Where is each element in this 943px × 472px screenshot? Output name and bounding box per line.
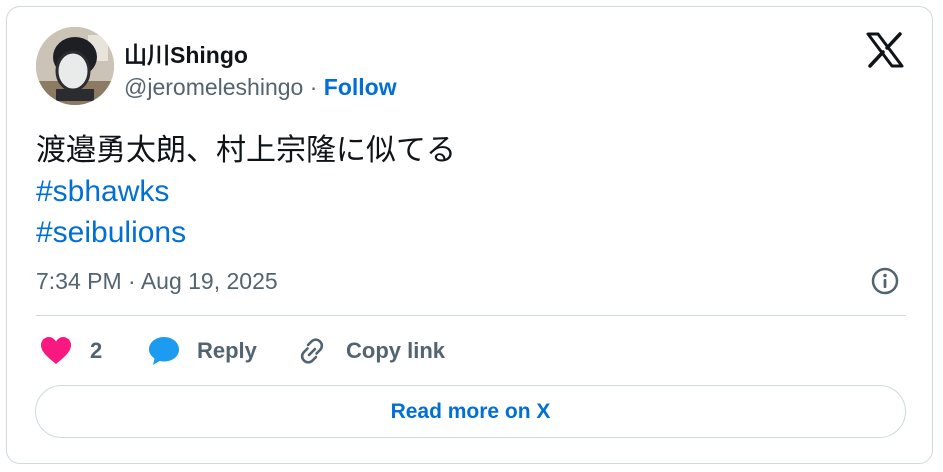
copy-link-button[interactable]: Copy link xyxy=(296,334,445,368)
hashtag-seibulions[interactable]: #seibulions xyxy=(36,212,456,253)
hashtag-sbhawks[interactable]: #sbhawks xyxy=(36,171,456,212)
separator-dot: · xyxy=(309,74,318,100)
reply-button[interactable]: Reply xyxy=(148,334,257,368)
read-more-label: Read more on X xyxy=(390,399,551,423)
avatar-image xyxy=(36,27,114,105)
x-logo-icon[interactable] xyxy=(866,32,904,68)
copy-link-label: Copy link xyxy=(346,338,446,363)
follow-link[interactable]: Follow xyxy=(324,74,397,100)
tweet-text: 渡邉勇太朗、村上宗隆に似てる xyxy=(36,134,456,167)
heart-icon xyxy=(41,337,71,364)
reply-bubble-icon xyxy=(149,337,179,365)
info-icon[interactable] xyxy=(870,266,900,296)
tweet-body: 渡邉勇太朗、村上宗隆に似てる #sbhawks #seibulions xyxy=(36,130,456,253)
avatar[interactable] xyxy=(36,27,114,105)
read-more-button[interactable]: Read more on X xyxy=(35,385,906,438)
divider xyxy=(36,315,906,316)
like-count: 2 xyxy=(90,338,103,363)
tweet-timestamp[interactable]: 7:34 PM · Aug 19, 2025 xyxy=(36,268,278,295)
author-handle[interactable]: @jeromeleshingo xyxy=(124,74,303,100)
author-display-name[interactable]: 山川Shingo xyxy=(124,36,248,70)
link-icon xyxy=(300,338,324,364)
author-handle-line: @jeromeleshingo · Follow xyxy=(124,74,397,101)
reply-label: Reply xyxy=(197,338,257,363)
like-button[interactable]: 2 xyxy=(40,334,102,368)
